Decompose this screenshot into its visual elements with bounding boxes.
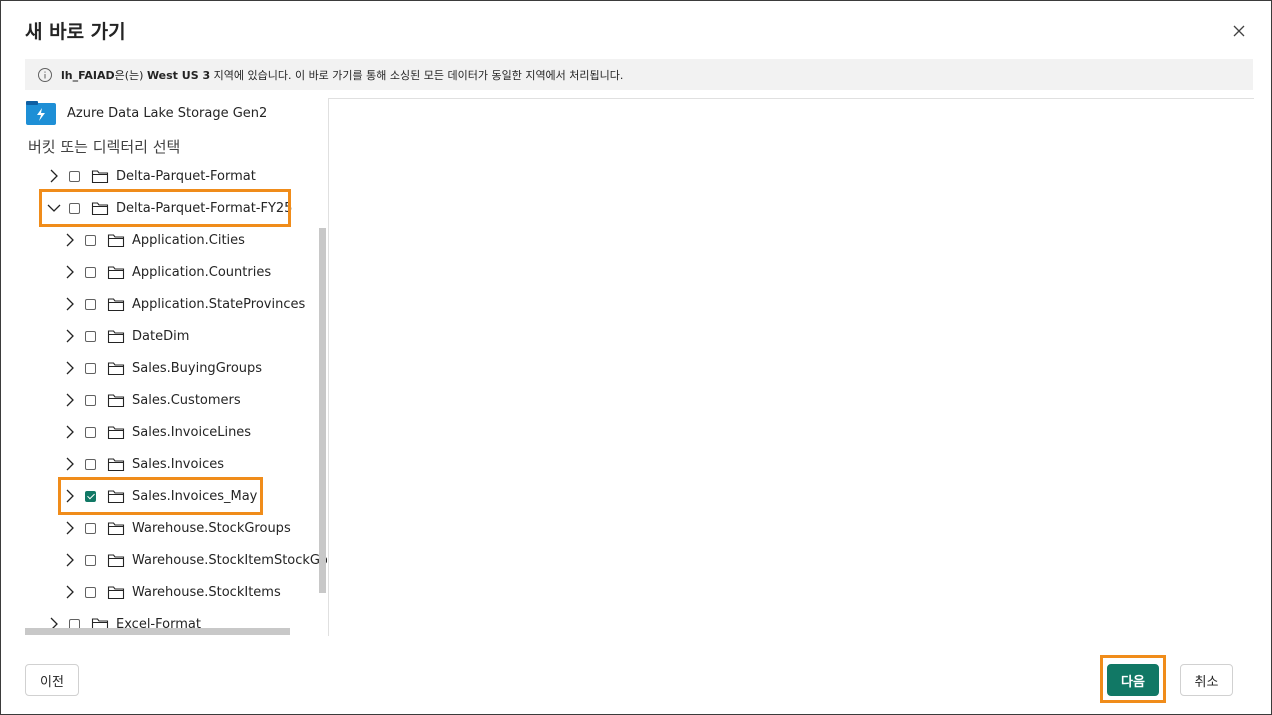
tree-item-label: Sales.Customers [132,392,241,408]
tree-item[interactable]: Application.Cities [63,228,245,252]
tree-item[interactable]: Delta-Parquet-Format [47,164,256,188]
chevron-down-icon[interactable] [47,201,61,215]
tree-item-checkbox[interactable] [85,522,96,534]
info-text-a: 은(는) [114,68,147,82]
tree-item-label: Sales.Invoices_May [132,488,258,504]
source-row: Azure Data Lake Storage Gen2 [25,100,267,126]
tree-item-label: Warehouse.StockItems [132,584,281,600]
tree-item[interactable]: Delta-Parquet-Format-FY25 [47,196,292,220]
tree-item[interactable]: Sales.Invoices_May [63,484,257,508]
folder-icon [91,200,109,216]
chevron-right-icon[interactable] [63,265,77,279]
folder-icon [107,552,125,568]
tree-item-checkbox[interactable] [85,362,96,374]
tree-item-checkbox[interactable] [85,426,96,438]
folder-icon [107,328,125,344]
tree-item[interactable]: DateDim [63,324,189,348]
folder-icon [107,360,125,376]
source-label: Azure Data Lake Storage Gen2 [67,105,268,121]
tree-item-checkbox[interactable] [85,554,96,566]
tree-item-label: Warehouse.StockItemStockGroups [132,552,327,568]
cancel-button[interactable]: 취소 [1180,664,1233,696]
tree-item[interactable]: Sales.BuyingGroups [63,356,262,380]
tree-item-label: Application.StateProvinces [132,296,306,312]
tree-item-label: Application.Cities [132,232,245,248]
chevron-right-icon[interactable] [63,329,77,343]
tree-item[interactable]: Warehouse.StockGroups [63,516,291,540]
tree-item-checkbox[interactable] [85,266,96,278]
tree-item-label: Sales.Invoices [132,456,224,472]
tree-heading: 버킷 또는 디렉터리 선택 [28,138,181,156]
folder-icon [107,424,125,440]
close-icon[interactable] [1229,21,1249,41]
tree-item-checkbox[interactable] [85,490,96,502]
tree-item-label: Sales.InvoiceLines [132,424,252,440]
next-button[interactable]: 다음 [1107,664,1159,696]
adls-gen2-icon [25,100,57,126]
region-info-bar: lh_FAIAD은(는) West US 3 지역에 있습니다. 이 바로 가기… [25,59,1253,90]
tree-item-checkbox[interactable] [85,234,96,246]
info-text-b: 지역에 있습니다. 이 바로 가기를 통해 소싱된 모든 데이터가 동일한 지역… [210,68,624,82]
info-icon [37,67,53,83]
folder-icon [107,392,125,408]
tree-item-label: Warehouse.StockGroups [132,520,291,536]
chevron-right-icon[interactable] [47,169,61,183]
tree-item[interactable]: Sales.Customers [63,388,241,412]
horizontal-scrollbar[interactable] [25,628,290,635]
chevron-right-icon[interactable] [63,425,77,439]
tree-item-checkbox[interactable] [85,458,96,470]
tree-item-checkbox[interactable] [85,586,96,598]
folder-icon [107,456,125,472]
folder-icon [91,168,109,184]
info-text: lh_FAIAD은(는) West US 3 지역에 있습니다. 이 바로 가기… [61,67,623,83]
chevron-right-icon[interactable] [63,489,77,503]
tree-item[interactable]: Sales.InvoiceLines [63,420,251,444]
tree-item-label: Sales.BuyingGroups [132,360,263,376]
new-shortcut-dialog: 새 바로 가기 lh_FAIAD은(는) West US 3 지역에 있습니다.… [0,0,1272,715]
chevron-right-icon[interactable] [63,393,77,407]
vertical-scrollbar[interactable] [319,228,326,593]
tree-item[interactable]: Sales.Invoices [63,452,224,476]
directory-tree-pane[interactable]: Azure Data Lake Storage Gen2 버킷 또는 디렉터리 … [25,98,327,636]
chevron-right-icon[interactable] [63,297,77,311]
dialog-title: 새 바로 가기 [25,21,126,43]
tree-item-checkbox[interactable] [85,330,96,342]
tree-item[interactable]: Warehouse.StockItems [63,580,281,604]
chevron-right-icon[interactable] [63,361,77,375]
chevron-right-icon[interactable] [63,457,77,471]
folder-icon [107,232,125,248]
chevron-right-icon[interactable] [63,553,77,567]
folder-icon [107,584,125,600]
tree-item[interactable]: Warehouse.StockItemStockGroups [63,548,327,572]
lakehouse-name: lh_FAIAD [61,68,115,82]
tree-item[interactable]: Application.Countries [63,260,271,284]
tree-item-label: Delta-Parquet-Format-FY25 [116,200,293,216]
tree-item-label: DateDim [132,328,190,344]
folder-icon [107,520,125,536]
folder-icon [107,264,125,280]
tree-item[interactable]: Application.StateProvinces [63,292,305,316]
preview-pane [328,98,1254,636]
back-button[interactable]: 이전 [25,664,79,696]
tree-item-label: Delta-Parquet-Format [116,168,256,184]
tree-item-label: Application.Countries [132,264,272,280]
folder-icon [107,488,125,504]
chevron-right-icon[interactable] [63,585,77,599]
tree-item-checkbox[interactable] [69,170,80,182]
tree-item-checkbox[interactable] [69,202,80,214]
chevron-right-icon[interactable] [63,521,77,535]
folder-icon [107,296,125,312]
chevron-right-icon[interactable] [63,233,77,247]
region-name: West US 3 [146,68,211,82]
tree-item-checkbox[interactable] [85,394,96,406]
tree-item-checkbox[interactable] [85,298,96,310]
